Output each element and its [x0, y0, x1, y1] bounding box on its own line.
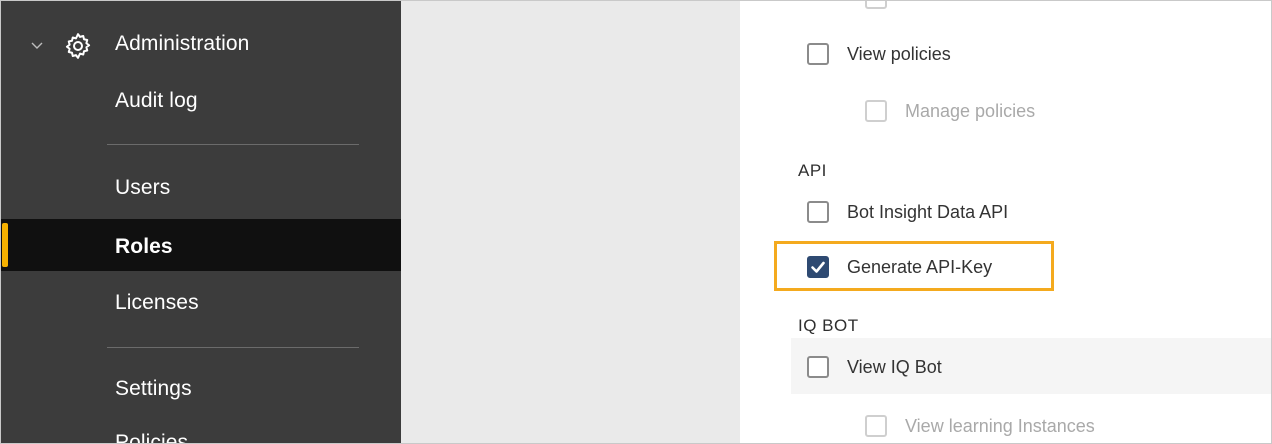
permission-view-policies[interactable]: View policies: [807, 43, 951, 65]
sidebar: Administration Audit log Users Roles Lic…: [1, 1, 401, 443]
sidebar-item-licenses[interactable]: Licenses: [115, 291, 199, 315]
generate-api-key-checkbox[interactable]: [807, 256, 829, 278]
permission-label: Generate API-Key: [847, 256, 993, 277]
permission-label: View policies: [847, 43, 951, 64]
app-window: Administration Audit log Users Roles Lic…: [0, 0, 1272, 444]
sidebar-active-indicator: [2, 223, 8, 267]
view-iq-bot-checkbox[interactable]: [807, 356, 829, 378]
view-policies-checkbox[interactable]: [807, 43, 829, 65]
permission-label: Bot Insight Data API: [847, 201, 1009, 222]
sidebar-divider: [107, 347, 359, 348]
sidebar-divider: [107, 144, 359, 145]
permission-view-learning-instances[interactable]: View learning Instances: [865, 415, 1095, 437]
chevron-down-icon[interactable]: [31, 39, 43, 51]
section-title-api: API: [798, 161, 827, 180]
sidebar-item-users[interactable]: Users: [115, 176, 170, 200]
permission-manage-policies[interactable]: Manage policies: [865, 100, 1035, 122]
section-title-iq-bot: IQ BOT: [798, 316, 859, 335]
permission-label: Manage policies: [905, 100, 1036, 121]
checkmark-icon: [811, 261, 825, 273]
sidebar-item-policies[interactable]: Policies: [115, 431, 188, 443]
sidebar-section-administration[interactable]: Administration: [115, 32, 249, 56]
manage-policies-checkbox[interactable]: [865, 100, 887, 122]
view-learning-instances-checkbox[interactable]: [865, 415, 887, 437]
middle-panel: [401, 1, 740, 443]
sidebar-item-audit-log[interactable]: Audit log: [115, 89, 198, 113]
permission-generate-api-key[interactable]: Generate API-Key: [807, 256, 992, 278]
sidebar-item-settings[interactable]: Settings: [115, 377, 192, 401]
gear-icon: [65, 33, 91, 59]
bot-insight-data-api-checkbox[interactable]: [807, 201, 829, 223]
permission-label: View IQ Bot: [847, 356, 942, 377]
checkbox-partial[interactable]: [865, 1, 887, 9]
sidebar-item-roles[interactable]: Roles: [115, 235, 173, 259]
permission-view-iq-bot[interactable]: View IQ Bot: [807, 356, 942, 378]
sidebar-active-row[interactable]: [1, 219, 401, 271]
permission-bot-insight-data-api[interactable]: Bot Insight Data API: [807, 201, 1008, 223]
permission-label: View learning Instances: [905, 415, 1095, 436]
